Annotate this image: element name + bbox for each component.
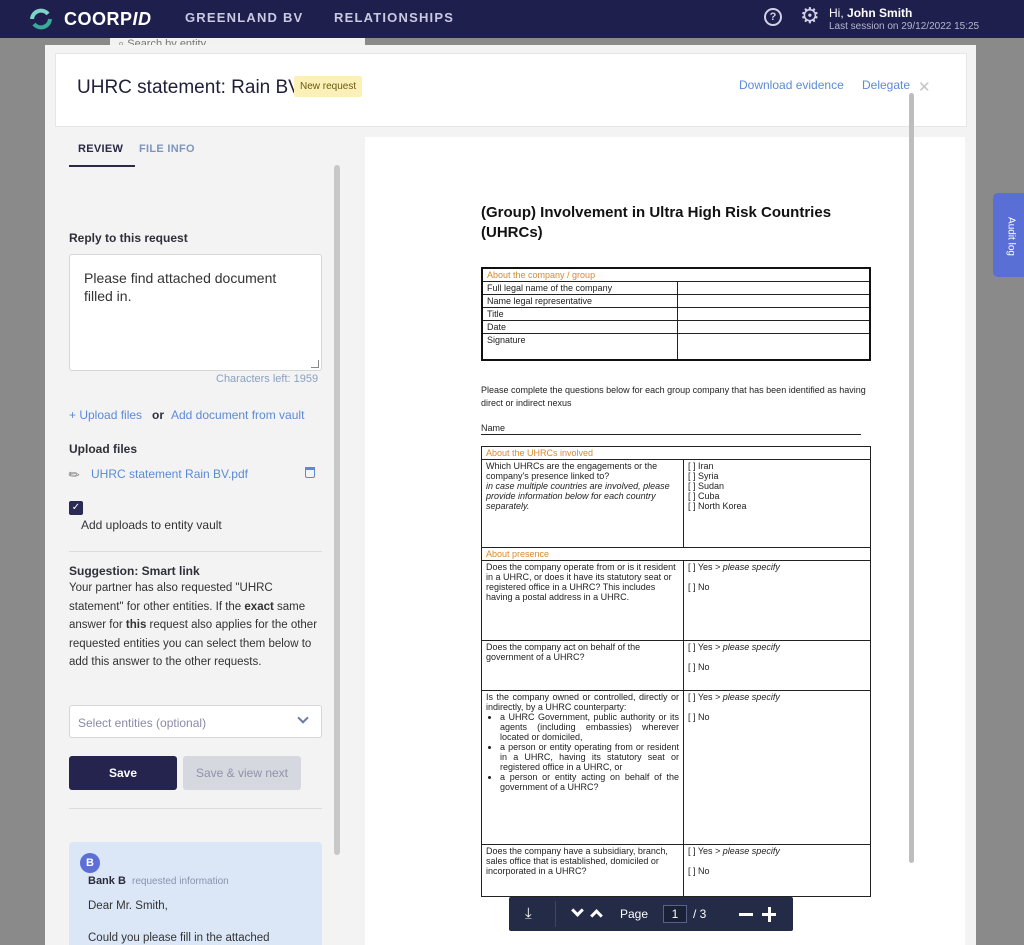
company-row-value bbox=[676, 281, 871, 295]
brand-name: COORPID bbox=[64, 8, 152, 29]
company-row-value bbox=[676, 294, 871, 308]
left-panel-scrollbar[interactable] bbox=[334, 165, 340, 855]
chevron-up-icon[interactable] bbox=[590, 909, 603, 922]
viewer-scrollbar[interactable] bbox=[909, 93, 914, 863]
upload-files-link[interactable]: + Upload files bbox=[69, 408, 142, 422]
zoom-in-icon[interactable] bbox=[767, 907, 771, 922]
review-panel: REVIEW FILE INFO Reply to this request P… bbox=[55, 127, 345, 945]
toolbar-divider bbox=[555, 901, 556, 927]
status-badge: New request bbox=[294, 76, 363, 97]
message-sender: Bank B bbox=[88, 875, 126, 887]
nav-item-relationships[interactable]: RELATIONSHIPS bbox=[334, 10, 454, 25]
presence-section-title: About presence bbox=[481, 547, 871, 561]
message-body: Dear Mr. Smith, Could you please fill in… bbox=[88, 900, 270, 944]
document-viewer: (Group) Involvement in Ultra High Risk C… bbox=[365, 137, 965, 945]
modal-title: UHRC statement: Rain BV bbox=[77, 77, 301, 98]
page-label: Page bbox=[620, 907, 649, 921]
user-greeting[interactable]: Hi, John Smith bbox=[829, 6, 912, 20]
download-icon[interactable]: ⤓ bbox=[525, 905, 532, 922]
vault-checkbox[interactable]: ✓ bbox=[69, 501, 83, 515]
reply-label: Reply to this request bbox=[69, 231, 188, 245]
trash-icon[interactable] bbox=[305, 467, 315, 478]
suggestion-heading: Suggestion: Smart link bbox=[69, 564, 200, 578]
document-name-line: Name bbox=[481, 423, 861, 435]
download-evidence-link[interactable]: Download evidence bbox=[739, 78, 844, 92]
audit-log-tab[interactable]: Audit log bbox=[993, 193, 1024, 277]
select-entities-dropdown[interactable]: Select entities (optional) bbox=[69, 705, 322, 738]
message-meta: requested information bbox=[132, 876, 229, 887]
uhrc-countries: [ ] Iran[ ] Syria[ ] Sudan[ ] Cuba[ ] No… bbox=[683, 459, 871, 548]
company-row-label: Date bbox=[481, 320, 678, 334]
add-from-vault-link[interactable]: Add document from vault bbox=[171, 408, 304, 422]
upload-files-heading: Upload files bbox=[69, 442, 138, 456]
company-row-value bbox=[676, 307, 871, 321]
uhrc-section-title: About the UHRCs involved bbox=[481, 446, 871, 460]
company-row-label: Full legal name of the company bbox=[481, 281, 678, 295]
presence-question: Is the company owned or controlled, dire… bbox=[481, 690, 684, 845]
chevron-down-icon bbox=[297, 712, 309, 724]
divider bbox=[69, 808, 322, 809]
save-button[interactable]: Save bbox=[69, 756, 177, 790]
resize-handle-icon[interactable] bbox=[311, 360, 319, 368]
save-view-next-button[interactable]: Save & view next bbox=[183, 756, 301, 790]
request-modal: UHRC statement: Rain BV New request Down… bbox=[45, 45, 976, 945]
last-session: Last session on 29/12/2022 15:25 bbox=[829, 21, 980, 32]
modal-header: UHRC statement: Rain BV New request Down… bbox=[55, 53, 967, 127]
divider bbox=[69, 551, 322, 552]
company-section-title: About the company / group bbox=[481, 267, 871, 282]
company-row-value bbox=[676, 320, 871, 334]
zoom-out-icon[interactable] bbox=[739, 913, 753, 916]
company-row-label: Title bbox=[481, 307, 678, 321]
logo[interactable]: COORPID bbox=[26, 4, 152, 34]
nav-item-greenland[interactable]: GREENLAND BV bbox=[185, 10, 303, 25]
company-row-label: Name legal representative bbox=[481, 294, 678, 308]
paperclip-icon: ✎ bbox=[65, 465, 84, 484]
presence-answer: [ ] Yes > please specify[ ] No bbox=[683, 690, 871, 845]
presence-question: Does the company act on behalf of the go… bbox=[481, 640, 684, 691]
request-message-card: B Bank B requested information Dear Mr. … bbox=[69, 842, 322, 945]
presence-question: Does the company operate from or is it r… bbox=[481, 560, 684, 641]
company-row-label: Signature bbox=[481, 333, 678, 360]
company-table: About the company / group Full legal nam… bbox=[481, 267, 871, 361]
presence-answer: [ ] Yes > please specify[ ] No bbox=[683, 640, 871, 691]
presence-table: About presence Does the company operate … bbox=[481, 547, 871, 897]
document-intro: Please complete the questions below for … bbox=[481, 385, 866, 408]
uhrc-table: About the UHRCs involved Which UHRCs are… bbox=[481, 446, 871, 548]
gear-icon[interactable]: ⚙ bbox=[800, 5, 820, 27]
help-icon[interactable]: ? bbox=[764, 8, 782, 26]
document-title: (Group) Involvement in Ultra High Risk C… bbox=[481, 204, 832, 241]
tab-file-info[interactable]: FILE INFO bbox=[139, 143, 195, 155]
uploaded-file-link[interactable]: UHRC statement Rain BV.pdf bbox=[91, 467, 248, 481]
audit-log-label: Audit log bbox=[1005, 217, 1017, 256]
page-total: / 3 bbox=[693, 907, 707, 921]
presence-answer: [ ] Yes > please specify[ ] No bbox=[683, 560, 871, 641]
tab-active-indicator bbox=[69, 165, 135, 167]
chevron-down-icon[interactable] bbox=[571, 904, 584, 917]
top-navbar: COORPID GREENLAND BV RELATIONSHIPS ? ⚙ H… bbox=[0, 0, 1024, 38]
delegate-link[interactable]: Delegate bbox=[862, 78, 910, 92]
vault-checkbox-label: Add uploads to entity vault bbox=[81, 518, 222, 532]
suggestion-text: Your partner has also requested "UHRC st… bbox=[69, 582, 318, 668]
reply-textarea[interactable]: Please find attached document filled in. bbox=[69, 254, 322, 371]
close-icon[interactable]: ✕ bbox=[918, 78, 931, 96]
or-text: or bbox=[152, 408, 164, 422]
characters-left: Characters left: 1959 bbox=[216, 373, 319, 385]
page-number-input[interactable]: 1 bbox=[663, 905, 687, 923]
tab-review[interactable]: REVIEW bbox=[78, 143, 123, 155]
company-row-value bbox=[676, 333, 871, 360]
presence-question: Does the company have a subsidiary, bran… bbox=[481, 844, 684, 897]
avatar: B bbox=[80, 853, 100, 873]
presence-answer: [ ] Yes > please specify[ ] No bbox=[683, 844, 871, 897]
logo-icon bbox=[30, 8, 52, 30]
uhrc-question: Which UHRCs are the engagements or the c… bbox=[481, 459, 684, 548]
select-placeholder: Select entities (optional) bbox=[78, 716, 207, 730]
pdf-toolbar: ⤓ Page 1 / 3 bbox=[509, 897, 793, 931]
